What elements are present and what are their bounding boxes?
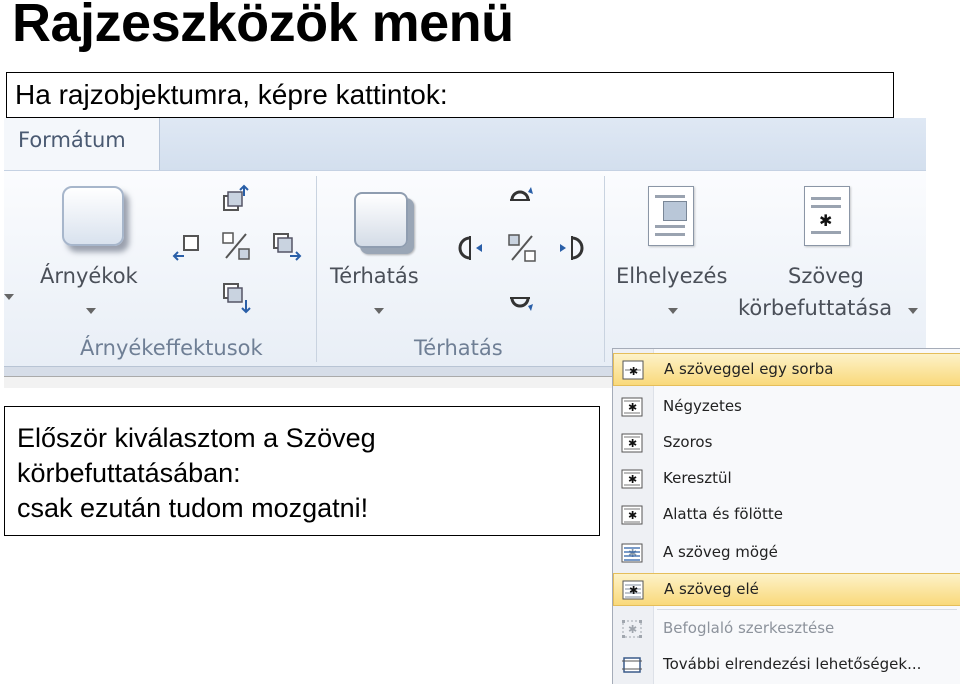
shadow-toggle-icon[interactable] xyxy=(220,230,252,262)
shadow-effects-icon[interactable] xyxy=(62,186,124,246)
chevron-down-icon[interactable] xyxy=(4,294,14,300)
chevron-down-icon[interactable] xyxy=(86,308,96,314)
menu-item-top-bottom[interactable]: ✱ Alatta és fölötte xyxy=(613,499,960,532)
svg-text:✱: ✱ xyxy=(629,365,638,378)
group-divider xyxy=(604,176,605,362)
menu-separator xyxy=(657,609,957,610)
tilt-left-icon[interactable] xyxy=(454,232,486,264)
slide-title: Rajzeszközök menü xyxy=(12,0,514,53)
ribbon-tabstrip: Formátum xyxy=(4,118,926,170)
caption-bottom: Először kiválasztom a Szöveg körbefuttat… xyxy=(4,406,600,536)
caption-bottom-line2: körbefuttatásában: xyxy=(17,458,241,488)
menu-item-in-front-text[interactable]: ✱ A szöveg elé xyxy=(613,573,960,606)
svg-text:✱: ✱ xyxy=(628,473,637,486)
tab-format-label: Formátum xyxy=(18,128,126,152)
wrap-text-label-line1[interactable]: Szöveg xyxy=(788,264,864,288)
tilt-right-icon[interactable] xyxy=(556,232,588,264)
menu-item-label: A szöveg mögé xyxy=(663,543,778,561)
svg-text:✱: ✱ xyxy=(629,584,638,597)
menu-item-through[interactable]: ✱ Keresztül xyxy=(613,463,960,496)
chevron-down-icon[interactable] xyxy=(668,308,678,314)
behind-text-icon: ✱ xyxy=(621,543,643,563)
wrap-text-label-line2[interactable]: körbefuttatása xyxy=(738,296,892,320)
menu-item-label: A szöveggel egy sorba xyxy=(664,360,834,378)
threed-button-label[interactable]: Térhatás xyxy=(330,264,419,288)
menu-item-label: További elrendezési lehetőségek... xyxy=(663,655,922,673)
menu-item-square[interactable]: ✱ Négyzetes xyxy=(613,391,960,424)
menu-item-more-layout[interactable]: További elrendezési lehetőségek... xyxy=(613,649,960,682)
chevron-down-icon[interactable] xyxy=(908,308,918,314)
in-front-text-icon: ✱ xyxy=(622,580,644,600)
nudge-shadow-left-icon[interactable] xyxy=(172,230,204,262)
threed-group-label: Térhatás xyxy=(414,336,503,360)
position-icon[interactable] xyxy=(648,186,694,246)
menu-item-label: Szoros xyxy=(663,433,713,451)
svg-text:✱: ✱ xyxy=(628,509,637,522)
chevron-down-icon[interactable] xyxy=(374,308,384,314)
tilt-up-icon[interactable] xyxy=(504,184,536,216)
tight-wrap-icon: ✱ xyxy=(621,433,643,453)
menu-item-label: Keresztül xyxy=(663,469,732,487)
menu-item-label: Alatta és fölötte xyxy=(663,505,783,523)
shadow-button-label[interactable]: Árnyékok xyxy=(40,264,138,288)
menu-item-behind-text[interactable]: ✱ A szöveg mögé xyxy=(613,537,960,570)
tilt-down-icon[interactable] xyxy=(504,282,536,314)
caption-bottom-line3: csak ezután tudom mozgatni! xyxy=(17,493,369,523)
threed-effects-icon[interactable] xyxy=(354,192,408,248)
group-divider xyxy=(316,176,317,362)
through-wrap-icon: ✱ xyxy=(621,469,643,489)
svg-text:✱: ✱ xyxy=(628,547,637,560)
caption-bottom-line1: Először kiválasztom a Szöveg xyxy=(17,423,376,453)
square-wrap-icon: ✱ xyxy=(621,397,643,417)
nudge-shadow-right-icon[interactable] xyxy=(270,230,302,262)
threed-toggle-icon[interactable] xyxy=(506,232,538,264)
wrap-text-icon[interactable]: ✱ xyxy=(804,186,850,246)
tab-format[interactable]: Formátum xyxy=(4,118,160,170)
menu-item-tight[interactable]: ✱ Szoros xyxy=(613,427,960,460)
menu-item-label: Négyzetes xyxy=(663,397,742,415)
position-button-label[interactable]: Elhelyezés xyxy=(616,264,727,288)
menu-item-label: Befoglaló szerkesztése xyxy=(663,619,835,637)
edit-wrap-points-icon: ✱ xyxy=(622,620,642,638)
menu-item-inline[interactable]: ✱ A szöveggel egy sorba xyxy=(613,353,960,386)
top-bottom-wrap-icon: ✱ xyxy=(621,505,643,525)
nudge-shadow-up-icon[interactable] xyxy=(218,184,250,216)
svg-text:✱: ✱ xyxy=(628,623,637,636)
menu-item-label: A szöveg elé xyxy=(664,580,759,598)
nudge-shadow-down-icon[interactable] xyxy=(220,282,252,314)
svg-text:✱: ✱ xyxy=(628,437,637,450)
svg-text:✱: ✱ xyxy=(628,401,637,414)
inline-wrap-icon: ✱ xyxy=(622,360,644,380)
shadow-group-label: Árnyékeffektusok xyxy=(80,336,263,360)
menu-item-edit-wrap-points: ✱ Befoglaló szerkesztése xyxy=(613,613,960,646)
wrap-text-menu: ✱ A szöveggel egy sorba ✱ Négyzetes ✱ Sz… xyxy=(612,348,960,684)
more-layout-icon xyxy=(622,657,642,673)
caption-top: Ha rajzobjektumra, képre kattintok: xyxy=(6,72,894,118)
